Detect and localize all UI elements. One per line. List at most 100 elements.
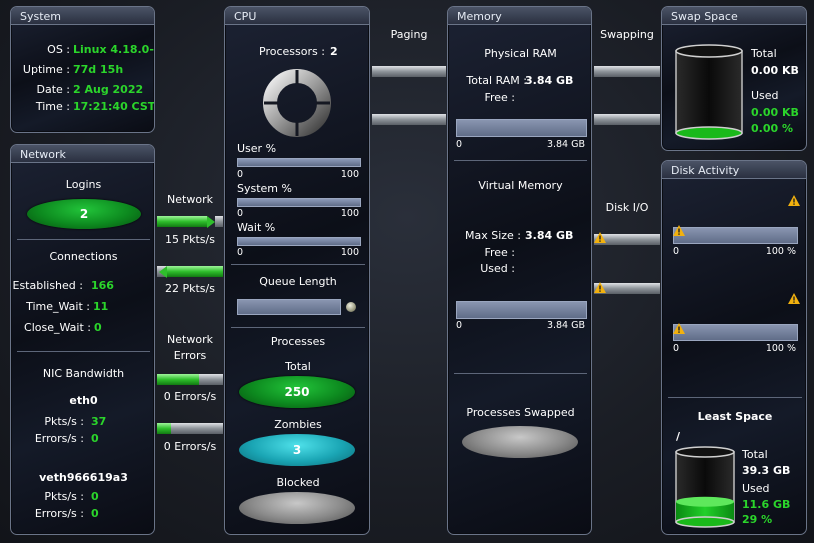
errors-out-pipe [157, 423, 171, 434]
nic-errors-value: 0 [91, 507, 99, 520]
divider [17, 239, 150, 240]
system-pct-max: 100 [340, 208, 359, 219]
virtual-used-label: Used : [480, 262, 515, 275]
processors-value: 2 [330, 45, 338, 58]
swap-used-label: Used [751, 89, 779, 102]
disk-write-min: 0 [673, 343, 680, 354]
least-space-mount: / [676, 430, 681, 443]
disk-used-pct: 29 % [742, 513, 773, 526]
disk-cylinder-icon [675, 446, 735, 528]
disk-io-label: Disk I/O [605, 201, 649, 214]
blocked-indicator [239, 492, 355, 524]
disk-read-min: 0 [673, 246, 680, 257]
user-pct-min: 0 [237, 169, 244, 180]
network-flow-label: Network [167, 193, 213, 206]
wait-pct-bar [237, 237, 361, 246]
established-label: Established : [12, 279, 84, 292]
nic-pkts-label: Pkts/s : [44, 490, 84, 503]
logins-indicator: 2 [27, 199, 141, 229]
virtual-free-label: Free : [484, 246, 515, 259]
errors-in-pipe-tail [199, 374, 223, 385]
user-pct-bar [237, 158, 361, 167]
virtual-memory-min: 0 [456, 320, 463, 331]
network-errors-label: Network [167, 333, 213, 346]
total-ram-label: Total RAM : [466, 74, 527, 87]
system-pct-label: System % [237, 182, 292, 195]
physical-ram-label: Physical RAM [484, 47, 557, 60]
connections-label: Connections [49, 250, 118, 263]
total-ram-value: 3.84 GB [525, 74, 574, 87]
nic-pkts-value: 0 [91, 490, 99, 503]
timewait-value: 11 [93, 300, 109, 313]
wait-pct-max: 100 [340, 247, 359, 258]
divider [454, 160, 587, 161]
memory-panel: Memory Physical RAM Total RAM : 3.84 GB … [447, 6, 592, 535]
processes-swapped-label: Processes Swapped [466, 406, 575, 419]
queue-length-label: Queue Length [259, 275, 337, 288]
user-pct-label: User % [237, 142, 277, 155]
warning-icon [594, 232, 606, 243]
swap-used-value: 0.00 KB [751, 106, 799, 119]
network-panel: Network Logins 2 Connections Established… [10, 144, 155, 535]
total-processes-indicator: 250 [239, 376, 355, 408]
date-value: 2 Aug 2022 [73, 83, 144, 96]
network-in-rate: 15 Pkts/s [165, 233, 215, 246]
cpu-panel: CPU Processors : 2 User % 0 100 System %… [224, 6, 370, 535]
arrow-left-icon [159, 265, 167, 278]
blocked-label: Blocked [276, 476, 320, 489]
network-panel-title: Network [11, 145, 154, 163]
cpu-panel-title: CPU [225, 7, 369, 25]
time-label: Time : [35, 100, 70, 113]
errors-out-pipe-tail [171, 423, 223, 434]
swapping-out-pipe [594, 114, 660, 125]
warning-icon [788, 195, 800, 206]
warning-icon [673, 225, 685, 236]
paging-out-pipe [372, 114, 446, 125]
closewait-value: 0 [94, 321, 102, 334]
nic-name: veth966619a3 [39, 471, 128, 484]
divider [454, 373, 587, 374]
disk-write-max: 100 % [765, 343, 796, 354]
swap-total-label: Total [751, 47, 777, 60]
network-in-pipe-tail [215, 216, 223, 227]
divider [668, 397, 802, 398]
closewait-label: Close_Wait : [24, 321, 91, 334]
divider [231, 264, 365, 265]
swap-used-pct: 0.00 % [751, 122, 793, 135]
total-processes-label: Total [285, 360, 311, 373]
swap-space-panel: Swap Space Total 0.00 KB Used 0.00 KB 0.… [661, 6, 807, 151]
processes-swapped-indicator [462, 426, 578, 458]
os-value: Linux 4.18.0-... [73, 43, 154, 56]
queue-length-bar [237, 299, 341, 315]
disk-activity-panel: Disk Activity 0 100 % 0 100 % Least Spac… [661, 160, 807, 535]
established-value: 166 [91, 279, 114, 292]
max-size-value: 3.84 GB [525, 229, 574, 242]
cpu-ring-icon [263, 69, 331, 137]
disk-activity-panel-title: Disk Activity [662, 161, 806, 179]
memory-panel-title: Memory [448, 7, 591, 25]
date-label: Date : [36, 83, 71, 96]
virtual-memory-label: Virtual Memory [478, 179, 563, 192]
nic-bandwidth-label: NIC Bandwidth [42, 367, 125, 380]
swap-cylinder-icon [675, 44, 743, 140]
wait-pct-label: Wait % [237, 221, 276, 234]
disk-used-value: 11.6 GB [742, 498, 791, 511]
nic-errors-value: 0 [91, 432, 99, 445]
warning-icon [788, 293, 800, 304]
free-ram-label: Free : [484, 91, 515, 104]
swap-total-value: 0.00 KB [751, 64, 799, 77]
time-value: 17:21:40 CST [73, 100, 155, 113]
user-pct-max: 100 [340, 169, 359, 180]
processors-label: Processors : [259, 45, 325, 58]
disk-read-max: 100 % [765, 246, 796, 257]
network-out-pipe [167, 266, 223, 277]
virtual-memory-bar [456, 301, 587, 319]
system-pct-min: 0 [237, 208, 244, 219]
os-label: OS : [47, 43, 70, 56]
warning-icon [594, 282, 606, 293]
disk-total-value: 39.3 GB [742, 464, 791, 477]
system-pct-bar [237, 198, 361, 207]
disk-write-bar [673, 324, 798, 341]
logins-label: Logins [65, 178, 102, 191]
paging-label: Paging [390, 28, 428, 41]
